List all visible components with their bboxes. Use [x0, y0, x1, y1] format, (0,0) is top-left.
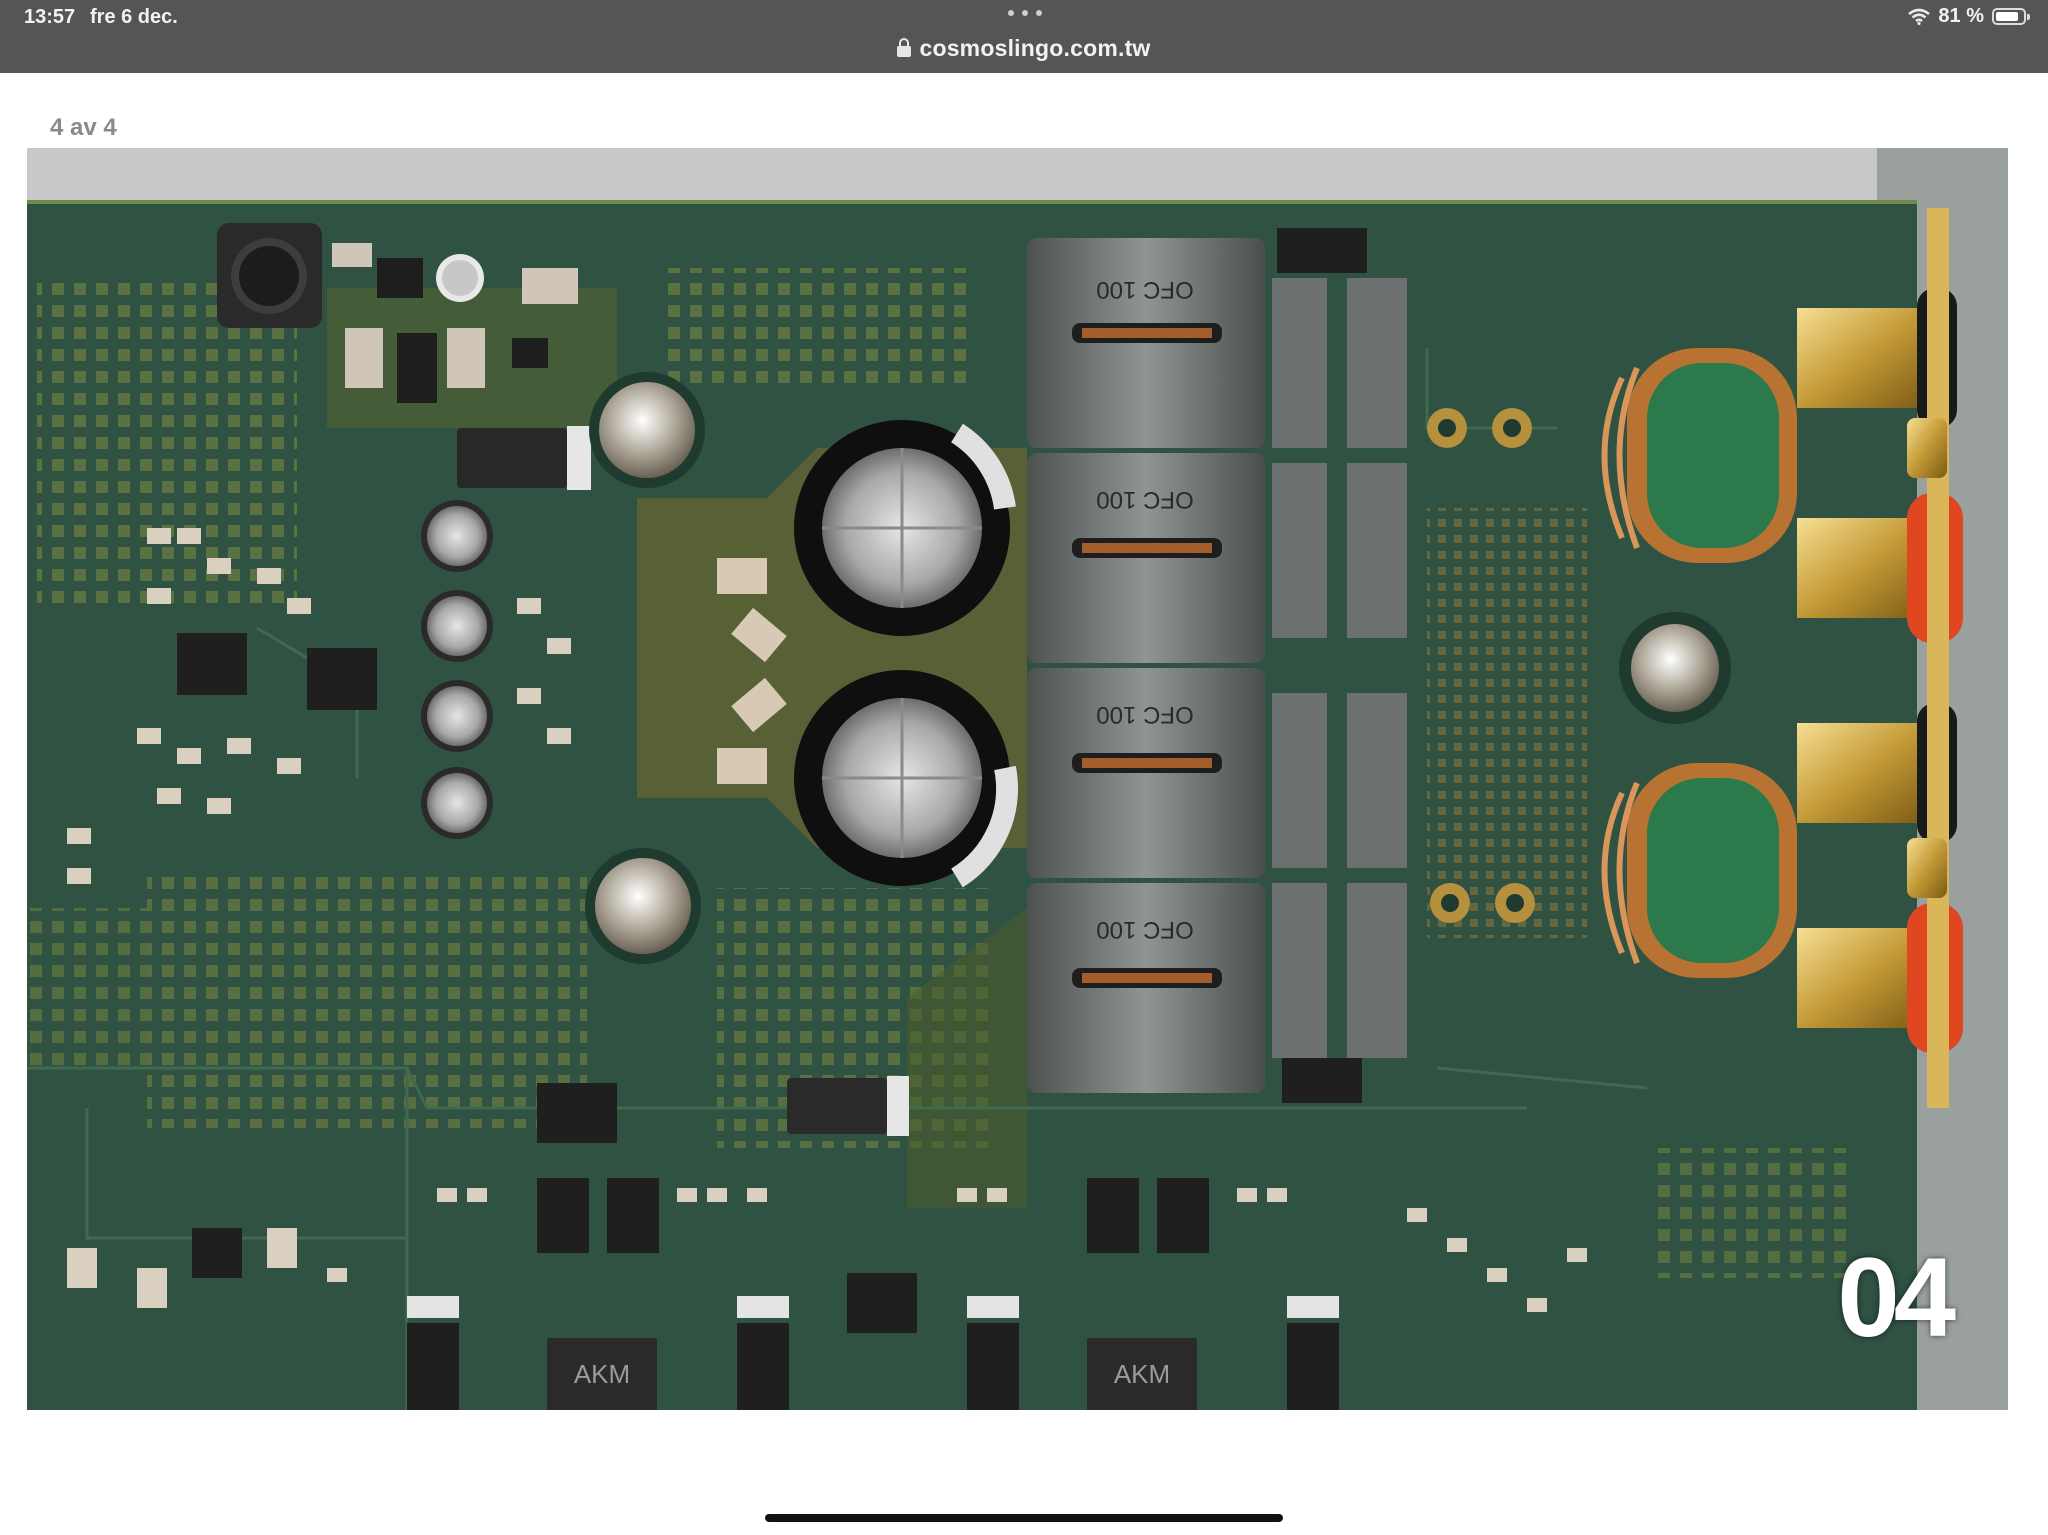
photo-number: 04	[1837, 1235, 1956, 1360]
inductor-label-4: OFC 100	[1096, 916, 1193, 943]
more-options-icon[interactable]	[1008, 4, 1042, 22]
pcb-photo-illustration: OFC 100 OFC 100 OFC 100 OFC 100 AKM AKM	[27, 148, 2008, 1410]
gallery-photo[interactable]: OFC 100 OFC 100 OFC 100 OFC 100 AKM AKM …	[27, 148, 2008, 1410]
inductor-label-3: OFC 100	[1096, 701, 1193, 728]
lock-icon	[897, 38, 912, 58]
inductor-label-1: OFC 100	[1096, 276, 1193, 303]
home-indicator[interactable]	[765, 1514, 1283, 1522]
browser-top-bar: 13:57 fre 6 dec. cosmoslingo.com.tw 81 %	[0, 0, 2048, 73]
chip-label-1: AKM	[574, 1359, 630, 1389]
image-counter: 4 av 4	[50, 114, 117, 141]
status-date: fre 6 dec.	[90, 6, 178, 28]
status-right: 81 %	[1908, 5, 2030, 28]
address-bar[interactable]: cosmoslingo.com.tw	[0, 32, 2048, 64]
battery-percent: 81 %	[1938, 5, 1984, 27]
chip-label-2: AKM	[1114, 1359, 1170, 1389]
url-text: cosmoslingo.com.tw	[919, 34, 1151, 61]
battery-icon	[1992, 8, 2030, 25]
inductor-label-2: OFC 100	[1096, 486, 1193, 513]
wifi-icon	[1908, 8, 1931, 25]
status-time: 13:57	[24, 6, 76, 28]
